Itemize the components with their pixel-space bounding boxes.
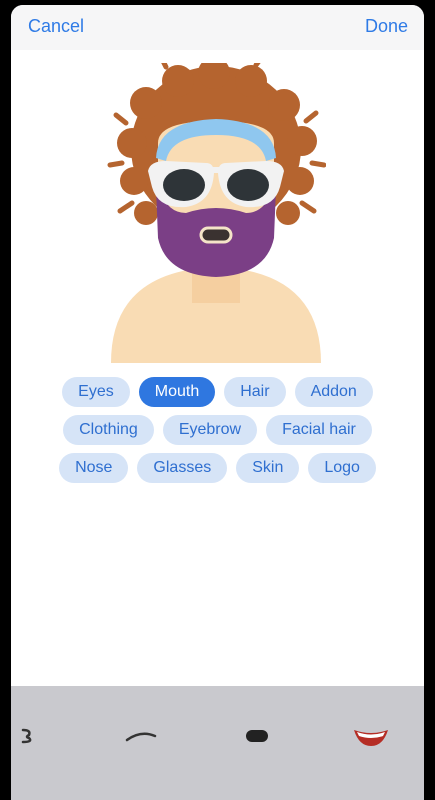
mouth-options-tray [11,686,424,800]
chip-logo[interactable]: Logo [308,453,376,483]
avatar-preview [107,63,326,363]
category-row: Nose Glasses Skin Logo [11,453,424,483]
mouth-option-smile-icon[interactable] [341,716,401,756]
category-row: Eyes Mouth Hair Addon [11,377,424,407]
chip-addon[interactable]: Addon [294,377,373,407]
chip-nose[interactable]: Nose [59,453,129,483]
mouth-icon [199,226,233,244]
category-picker: Eyes Mouth Hair Addon Clothing Eyebrow F… [11,377,424,491]
chip-glasses[interactable]: Glasses [137,453,228,483]
mouth-option-curl-icon[interactable] [11,716,71,756]
chip-skin[interactable]: Skin [236,453,300,483]
mouth-option-line-icon[interactable] [111,716,171,756]
done-button[interactable]: Done [365,16,408,37]
chip-eyes[interactable]: Eyes [62,377,130,407]
chip-hair[interactable]: Hair [224,377,286,407]
mouth-option-oval-icon[interactable] [227,716,287,756]
category-row: Clothing Eyebrow Facial hair [11,415,424,445]
chip-eyebrow[interactable]: Eyebrow [162,415,258,445]
navigation-bar: Cancel Done [11,5,424,50]
chip-clothing[interactable]: Clothing [63,415,154,445]
avatar-editor-sheet: Cancel Done Eyes Mouth Hair Addon Clothi… [11,5,424,800]
chip-facial-hair[interactable]: Facial hair [266,415,372,445]
cancel-button[interactable]: Cancel [28,16,84,37]
chip-mouth[interactable]: Mouth [138,377,216,407]
